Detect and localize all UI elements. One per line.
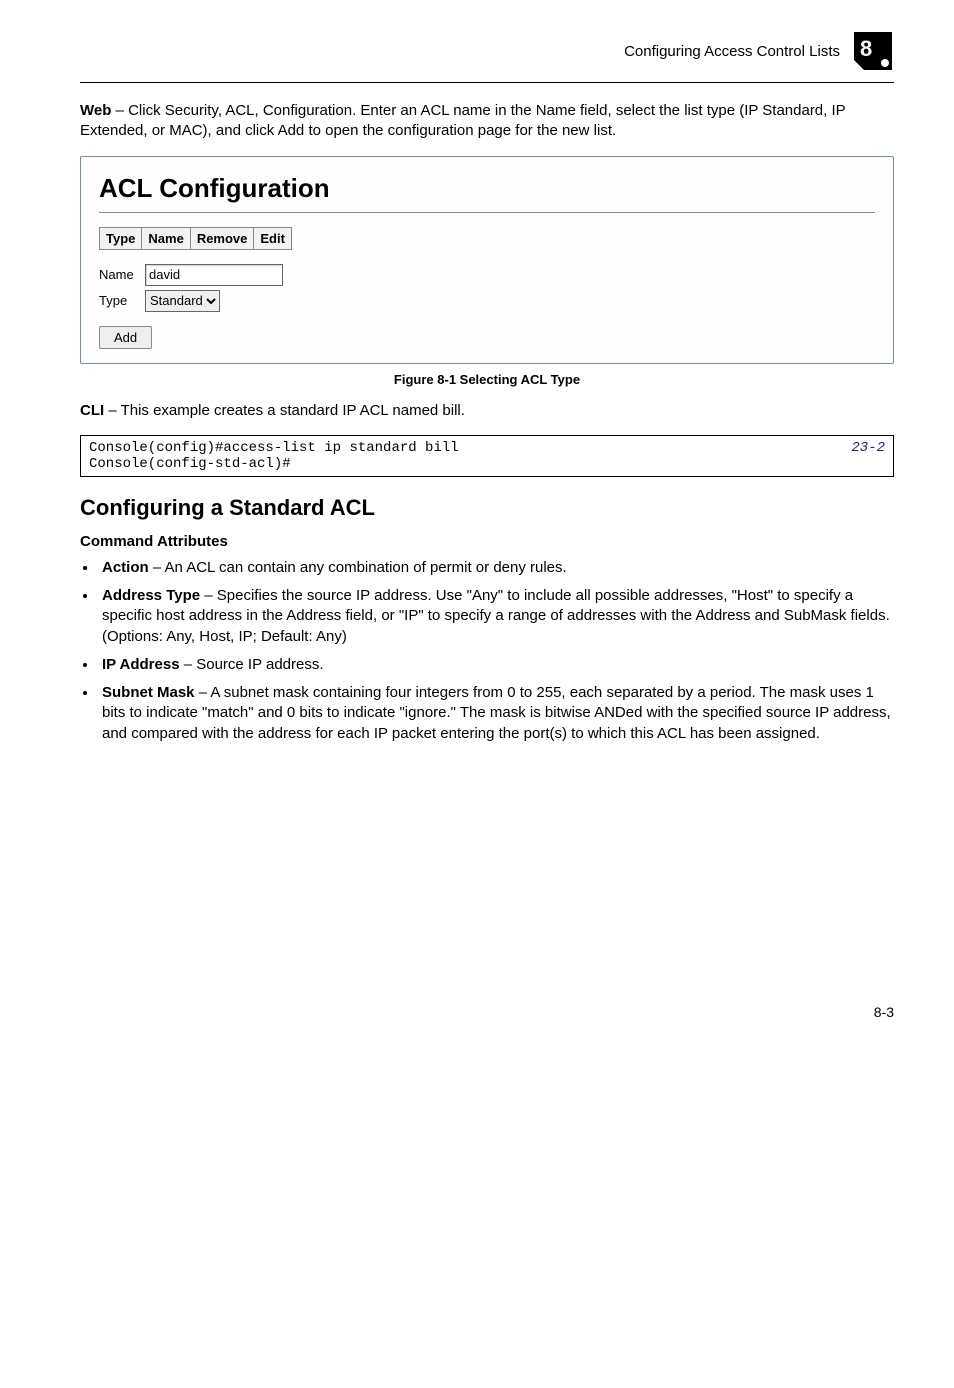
cli-term: CLI	[80, 402, 104, 419]
cli-intro-text: – This example creates a standard IP ACL…	[104, 402, 465, 419]
list-item: Subnet Mask – A subnet mask containing f…	[98, 683, 894, 744]
bullet-term: Action	[102, 559, 149, 576]
page-header: Configuring Access Control Lists 8	[80, 30, 894, 72]
cli-intro: CLI – This example creates a standard IP…	[80, 401, 894, 421]
bullet-term: Subnet Mask	[102, 684, 195, 701]
cli-lines: Console(config)#access-list ip standard …	[89, 440, 459, 472]
name-input[interactable]	[145, 264, 283, 286]
add-button[interactable]: Add	[99, 326, 152, 349]
chapter-badge: 8	[852, 30, 894, 72]
bullet-term: Address Type	[102, 587, 200, 604]
bullet-text: – Specifies the source IP address. Use "…	[102, 587, 890, 645]
section-heading: Configuring a Standard ACL	[80, 495, 894, 521]
cli-box: Console(config)#access-list ip standard …	[80, 435, 894, 477]
figure-caption: Figure 8-1 Selecting ACL Type	[80, 372, 894, 387]
col-remove: Remove	[190, 227, 254, 249]
page-number: 8-3	[80, 1004, 894, 1020]
header-rule	[80, 82, 894, 83]
cli-ref: 23-2	[831, 440, 885, 456]
header-title: Configuring Access Control Lists	[624, 43, 840, 60]
bullet-term: IP Address	[102, 656, 180, 673]
tag-icon	[852, 30, 894, 72]
name-label: Name	[99, 267, 145, 282]
attribute-list: Action – An ACL can contain any combinat…	[80, 558, 894, 744]
screenshot-rule	[99, 212, 875, 213]
col-edit: Edit	[254, 227, 292, 249]
type-select[interactable]: Standard	[145, 290, 220, 312]
list-item: IP Address – Source IP address.	[98, 655, 894, 675]
bullet-text: – A subnet mask containing four integers…	[102, 684, 891, 742]
intro-paragraph: Web – Click Security, ACL, Configuration…	[80, 101, 894, 142]
name-row: Name	[99, 264, 875, 286]
acl-config-screenshot: ACL Configuration Type Name Remove Edit …	[80, 156, 894, 364]
list-item: Address Type – Specifies the source IP a…	[98, 586, 894, 647]
screenshot-heading: ACL Configuration	[99, 173, 875, 204]
intro-term: Web	[80, 102, 111, 119]
intro-text: – Click Security, ACL, Configuration. En…	[80, 102, 845, 139]
type-label: Type	[99, 293, 145, 308]
bullet-text: – Source IP address.	[180, 656, 324, 673]
col-type: Type	[100, 227, 142, 249]
chapter-number: 8	[860, 36, 872, 62]
acl-table: Type Name Remove Edit	[99, 227, 292, 250]
subsection-heading: Command Attributes	[80, 533, 894, 550]
list-item: Action – An ACL can contain any combinat…	[98, 558, 894, 578]
type-row: Type Standard	[99, 290, 875, 312]
bullet-text: – An ACL can contain any combination of …	[149, 559, 567, 576]
col-name: Name	[142, 227, 190, 249]
